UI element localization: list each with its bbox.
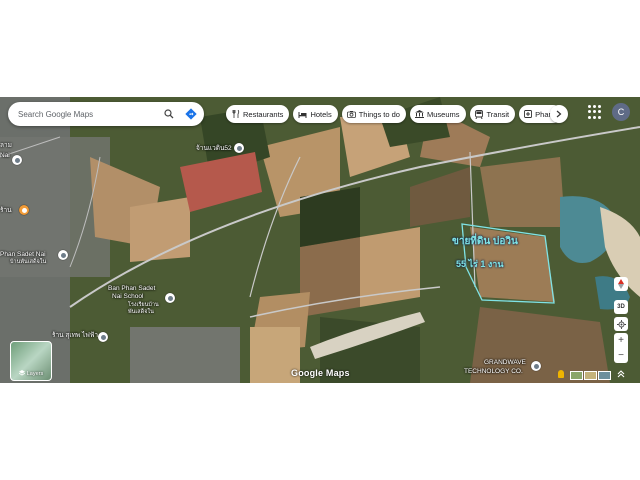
- place-label-village: จ้านแวดิน52: [196, 145, 232, 152]
- chevron-up-icon[interactable]: [616, 369, 626, 379]
- layers-button-label: Layers: [11, 370, 51, 378]
- search-icon[interactable]: [160, 105, 178, 123]
- zoom-controls: + −: [614, 333, 628, 363]
- place-label-phan-sadet-nai-thai: บ้านพันเสด็จใน: [10, 259, 47, 265]
- google-maps-logo: Google Maps: [291, 368, 350, 378]
- street-view-pegman-icon[interactable]: [558, 370, 564, 378]
- toggle-3d-button[interactable]: 3D: [614, 300, 628, 314]
- my-location-icon[interactable]: [614, 317, 628, 331]
- imagery-thumbnails[interactable]: [570, 371, 611, 380]
- company-label-line1: GRANDWAVE: [484, 359, 526, 366]
- place-label: Nai: [0, 152, 10, 159]
- chip-label: Hotels: [310, 109, 332, 119]
- bed-icon: [298, 110, 307, 119]
- place-pin-icon[interactable]: [98, 332, 108, 342]
- thumbnail[interactable]: [598, 371, 611, 380]
- transit-icon: [475, 109, 484, 119]
- chip-transit[interactable]: Transit: [469, 105, 516, 123]
- chip-hotels[interactable]: Hotels: [293, 105, 338, 123]
- zoom-out-button[interactable]: −: [614, 348, 628, 363]
- chip-things-to-do[interactable]: Things to do: [341, 105, 406, 123]
- chip-label: Restaurants: [243, 109, 284, 119]
- land-area-label: 55 ไร่ 1 งาน: [456, 259, 504, 269]
- zoom-in-button[interactable]: +: [614, 333, 628, 348]
- chip-label: Museums: [426, 109, 460, 119]
- camera-icon: [346, 110, 356, 119]
- museum-icon: [414, 110, 424, 119]
- place-pin-icon[interactable]: [58, 250, 68, 260]
- layers-label: Layers: [26, 371, 44, 377]
- chip-museums[interactable]: Museums: [409, 105, 466, 123]
- company-label-line2: TECHNOLOGY CO.: [464, 368, 523, 375]
- school-label-line2: Nai School: [112, 293, 144, 300]
- shop-label: ร้าน สุเทพ ไฟฟ้า: [52, 332, 99, 339]
- place-pin-icon[interactable]: [531, 361, 541, 371]
- layers-button[interactable]: Layers: [10, 341, 52, 381]
- school-pin-icon[interactable]: [165, 293, 175, 303]
- place-label-phan-sadet-nai: Phan Sadet Nai: [0, 251, 46, 258]
- place-pin-icon[interactable]: [12, 155, 22, 165]
- account-avatar[interactable]: C: [612, 103, 630, 121]
- school-label-line1: Ban Phan Sadet: [108, 285, 156, 292]
- land-sale-label: ขายที่ดิน บ่อวิน: [452, 236, 518, 247]
- place-pin-icon[interactable]: [234, 143, 244, 153]
- fork-knife-icon: [231, 110, 240, 119]
- search-input[interactable]: [18, 109, 156, 119]
- satellite-map[interactable]: Restaurants Hotels Things to do Museums …: [0, 97, 640, 383]
- layers-icon: [18, 370, 25, 378]
- search-box[interactable]: [8, 102, 204, 126]
- category-chips: Restaurants Hotels Things to do Museums …: [226, 105, 563, 123]
- thumbnail[interactable]: [584, 371, 597, 380]
- place-label: ลาม: [0, 142, 12, 149]
- restaurant-pin-icon[interactable]: [19, 205, 29, 215]
- satellite-imagery: [0, 97, 640, 383]
- thumbnail[interactable]: [570, 371, 583, 380]
- chips-next-button[interactable]: [550, 105, 568, 123]
- directions-icon[interactable]: [182, 105, 200, 123]
- chip-label: Transit: [486, 109, 510, 119]
- chip-restaurants[interactable]: Restaurants: [226, 105, 290, 123]
- compass-icon[interactable]: [614, 277, 628, 291]
- pharmacy-icon: [524, 110, 533, 119]
- place-label: ร้าน: [0, 207, 12, 214]
- chevron-right-icon: [556, 105, 562, 123]
- school-label-thai-line2: พันเสด็จใน: [128, 309, 154, 315]
- chip-label: Things to do: [358, 109, 400, 119]
- school-label-thai-line1: โรงเรียนบ้าน: [128, 302, 159, 308]
- apps-grid-icon[interactable]: [588, 105, 602, 119]
